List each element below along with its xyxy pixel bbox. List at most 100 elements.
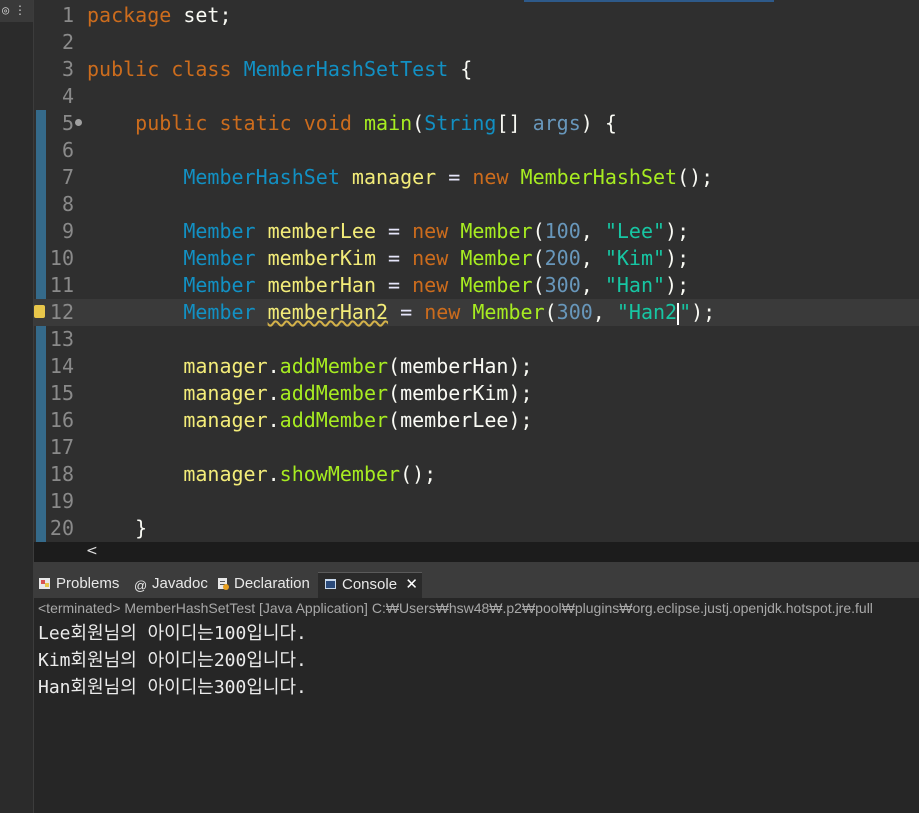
- code-token: );: [691, 300, 716, 324]
- code-line[interactable]: 10 Member memberKim = new Member(200, "K…: [34, 245, 919, 272]
- code-token: );: [665, 246, 690, 270]
- console-status-text: <terminated> MemberHashSetTest [Java App…: [38, 600, 873, 616]
- tab-javadoc[interactable]: @ Javadoc: [134, 572, 212, 598]
- code-token: "Han": [604, 273, 666, 297]
- code-line[interactable]: 14 manager.addMember(memberHan);: [34, 353, 919, 380]
- code-token: static: [219, 111, 292, 135]
- fold-collapse-icon[interactable]: [75, 119, 82, 126]
- line-number: 6: [61, 138, 74, 162]
- scroll-left-icon[interactable]: <: [86, 543, 98, 559]
- code-token: manager: [183, 462, 268, 486]
- panel-separator[interactable]: [34, 562, 919, 572]
- line-number: 9: [61, 219, 74, 243]
- line-number: 4: [61, 84, 74, 108]
- code-line[interactable]: 8: [34, 191, 919, 218]
- console-icon: [325, 579, 336, 589]
- code-token: .: [267, 462, 280, 486]
- code-editor[interactable]: 1 package set; 2 3 public class MemberHashSe…: [34, 0, 919, 542]
- code-text: package set;: [87, 2, 232, 29]
- code-token: Member: [183, 273, 256, 297]
- code-token: set;: [171, 3, 232, 27]
- code-line[interactable]: 12 Member memberHan2 = new Member(300, "…: [34, 299, 919, 326]
- tab-declaration[interactable]: Declaration: [216, 572, 316, 598]
- code-line[interactable]: 7 MemberHashSet manager = new MemberHash…: [34, 164, 919, 191]
- code-token: 200: [544, 246, 581, 270]
- code-token: ) {: [580, 111, 617, 135]
- code-token: Member: [472, 300, 545, 324]
- javadoc-icon: @: [134, 578, 148, 593]
- code-line[interactable]: 1 package set;: [34, 2, 919, 29]
- code-token: ,: [580, 273, 605, 297]
- code-line[interactable]: 11 Member memberHan = new Member(300, "H…: [34, 272, 919, 299]
- code-line[interactable]: 5 public static void main(String[] args)…: [34, 110, 919, 137]
- code-text: Member memberHan2 = new Member(300, "Han…: [87, 299, 715, 326]
- code-token: new: [424, 300, 461, 324]
- line-number: 14: [49, 354, 74, 378]
- code-line[interactable]: 16 manager.addMember(memberLee);: [34, 407, 919, 434]
- tab-problems[interactable]: Problems: [38, 572, 130, 598]
- code-token: MemberHashSet: [183, 165, 340, 189]
- code-line[interactable]: 4: [34, 83, 919, 110]
- code-text: Member memberLee = new Member(100, "Lee"…: [87, 218, 689, 245]
- code-token: class: [171, 57, 232, 81]
- line-number: 15: [49, 381, 74, 405]
- code-line[interactable]: 20 }: [34, 515, 919, 542]
- code-token: }: [87, 516, 148, 540]
- code-line[interactable]: 19: [34, 488, 919, 515]
- code-line[interactable]: 17: [34, 434, 919, 461]
- code-token: MemberHashSet: [520, 165, 678, 189]
- more-options-icon[interactable]: ⋮: [14, 3, 26, 17]
- code-token: 300: [556, 300, 593, 324]
- code-token: Member: [460, 219, 533, 243]
- code-token: Member: [183, 246, 256, 270]
- code-line[interactable]: 13: [34, 326, 919, 353]
- code-token: Member: [183, 219, 256, 243]
- warning-icon[interactable]: [34, 305, 45, 318]
- tab-console[interactable]: Console ✕: [318, 572, 422, 598]
- console-output-line: Lee회원님의 아이디는100입니다.: [38, 623, 307, 644]
- code-token: 100: [544, 219, 581, 243]
- view-menu-icon[interactable]: ◎: [2, 3, 9, 17]
- code-token: addMember: [279, 354, 389, 378]
- code-token: (: [532, 246, 545, 270]
- code-line[interactable]: 18 manager.showMember();: [34, 461, 919, 488]
- code-token: .: [267, 354, 280, 378]
- code-token: addMember: [279, 408, 389, 432]
- code-token: memberKim: [267, 246, 376, 270]
- code-text: manager.addMember(memberKim);: [87, 380, 532, 407]
- code-line[interactable]: 2: [34, 29, 919, 56]
- code-token: "Kim": [604, 246, 666, 270]
- console-output-line: Kim회원님의 아이디는200입니다.: [38, 650, 307, 671]
- line-number: 16: [49, 408, 74, 432]
- code-token: "Lee": [604, 219, 666, 243]
- console-view[interactable]: <terminated> MemberHashSetTest [Java App…: [34, 598, 919, 813]
- code-line[interactable]: 9 Member memberLee = new Member(100, "Le…: [34, 218, 919, 245]
- code-token: manager: [183, 408, 268, 432]
- code-line[interactable]: 3 public class MemberHashSetTest {: [34, 56, 919, 83]
- code-token: manager: [183, 354, 268, 378]
- code-token: "Han2: [616, 300, 678, 324]
- horizontal-scrollbar[interactable]: <: [34, 542, 919, 562]
- code-text: Member memberHan = new Member(300, "Han"…: [87, 272, 689, 299]
- close-icon[interactable]: ✕: [405, 573, 418, 597]
- code-token: =: [448, 165, 461, 189]
- code-token: manager: [183, 381, 268, 405]
- code-line[interactable]: 15 manager.addMember(memberKim);: [34, 380, 919, 407]
- code-line[interactable]: 6: [34, 137, 919, 164]
- code-text: public class MemberHashSetTest {: [87, 56, 472, 83]
- code-token: ,: [592, 300, 617, 324]
- code-text: manager.showMember();: [87, 461, 436, 488]
- code-text: public static void main(String[] args) {: [87, 110, 617, 137]
- line-number: 12: [49, 300, 74, 324]
